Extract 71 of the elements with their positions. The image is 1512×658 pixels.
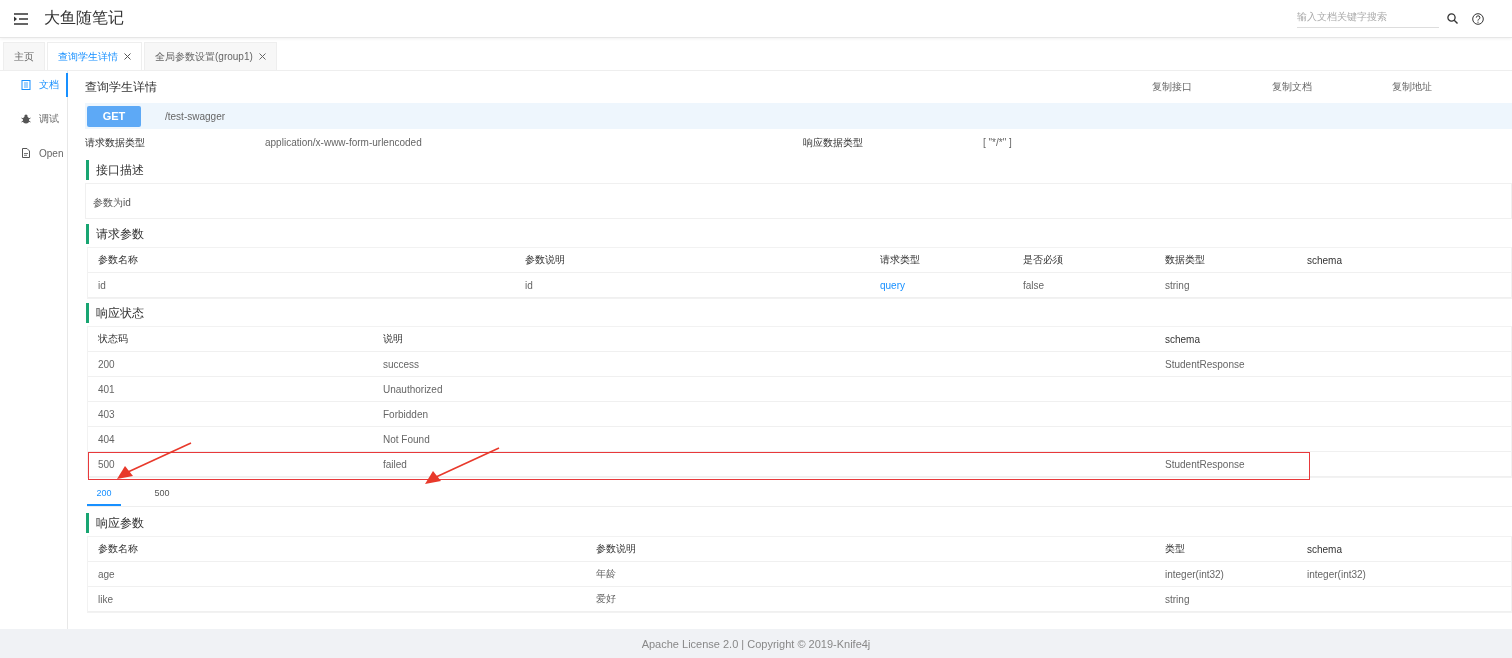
column-header: 状态码 xyxy=(98,332,129,346)
table-cell-text: 404 xyxy=(98,433,116,445)
search-icon[interactable] xyxy=(1447,13,1458,24)
column-header: 数据类型 xyxy=(1165,253,1206,267)
table-cell-text: failed xyxy=(383,458,408,470)
status-tab[interactable]: 200 xyxy=(87,484,121,506)
column-header: schema xyxy=(1165,333,1201,345)
table-cell-text: id xyxy=(98,279,107,291)
copy-link[interactable]: 复制文档 xyxy=(1272,80,1392,94)
column-header: schema xyxy=(1307,254,1343,266)
sidebar-item[interactable]: 调试 xyxy=(0,107,67,131)
column-header: 参数说明 xyxy=(525,253,566,267)
column-header: 类型 xyxy=(1165,542,1186,556)
table-cell-text: Not Found xyxy=(383,433,431,445)
table-cell-text: integer(int32) xyxy=(1307,568,1367,580)
table-cell-text: Unauthorized xyxy=(383,383,444,395)
table-cell-text: StudentResponse xyxy=(1165,358,1246,370)
table-cell-text: id xyxy=(525,279,534,291)
status-tab[interactable]: 500 xyxy=(145,484,179,506)
info-value: [ "*/*" ] xyxy=(983,137,1013,148)
search-field[interactable]: 输入文档关键字搜索 xyxy=(1297,9,1439,28)
tab[interactable]: 全局参数设置(group1) xyxy=(144,42,277,70)
table-cell-text: success xyxy=(383,358,421,370)
info-label: 请求数据类型 xyxy=(85,135,146,150)
api-title: 查询学生详情 xyxy=(85,78,158,96)
table-cell-text: 500 xyxy=(98,458,116,470)
api-path: /test-swagger xyxy=(165,110,226,122)
sidebar-item[interactable]: 文档 xyxy=(0,73,68,97)
copy-link[interactable]: 复制接口 xyxy=(1152,80,1272,94)
table-cell-text: 403 xyxy=(98,408,116,420)
menu-icon[interactable] xyxy=(14,12,28,25)
table-cell-text: 爱好 xyxy=(596,592,617,606)
copy-link[interactable]: 复制地址 xyxy=(1392,80,1512,94)
column-header: 参数名称 xyxy=(98,542,139,556)
table-cell-text: 401 xyxy=(98,383,116,395)
column-header: 说明 xyxy=(383,332,404,346)
app-title: 大鱼随笔记 xyxy=(44,8,124,28)
column-header: 参数说明 xyxy=(596,542,637,556)
table-cell-text: Forbidden xyxy=(383,408,430,420)
table-cell-text: 年龄 xyxy=(596,567,617,581)
document-icon xyxy=(21,80,31,90)
column-header: 请求类型 xyxy=(880,253,921,267)
section-heading: 响应状态 xyxy=(86,303,1512,323)
table-cell-text: 200 xyxy=(98,358,116,370)
table-cell-text: integer(int32) xyxy=(1165,568,1225,580)
close-icon[interactable] xyxy=(258,53,266,60)
table-cell-text: false xyxy=(1023,279,1046,291)
column-header: 参数名称 xyxy=(98,253,139,267)
info-value: application/x-www-form-urlencoded xyxy=(265,137,423,148)
description-text: 参数为id xyxy=(93,197,131,208)
table-cell-text: string xyxy=(1165,593,1191,605)
table-cell-text: like xyxy=(98,593,114,605)
close-icon[interactable] xyxy=(124,53,131,60)
info-label: 响应数据类型 xyxy=(803,135,864,150)
section-heading: 响应参数 xyxy=(86,513,1512,533)
table-link[interactable]: query xyxy=(880,279,1023,291)
help-icon[interactable] xyxy=(1472,12,1484,25)
sidebar-item[interactable]: Open xyxy=(0,141,67,165)
column-header: schema xyxy=(1307,543,1343,555)
column-header: 是否必须 xyxy=(1023,253,1064,267)
tab[interactable]: 主页 xyxy=(3,42,45,70)
table-cell-text: age xyxy=(98,568,116,580)
footer-text: Apache License 2.0 | Copyright © 2019-Knife4j xyxy=(641,637,871,650)
table-cell-text: string xyxy=(1165,279,1191,291)
table-cell-text: StudentResponse xyxy=(1165,458,1246,470)
section-heading: 接口描述 xyxy=(86,160,1512,180)
bug-icon xyxy=(21,114,31,124)
section-heading: 请求参数 xyxy=(86,224,1512,244)
method-badge: GET xyxy=(87,105,141,127)
tab[interactable]: 查询学生详情 xyxy=(47,42,142,70)
file-icon xyxy=(21,148,31,158)
